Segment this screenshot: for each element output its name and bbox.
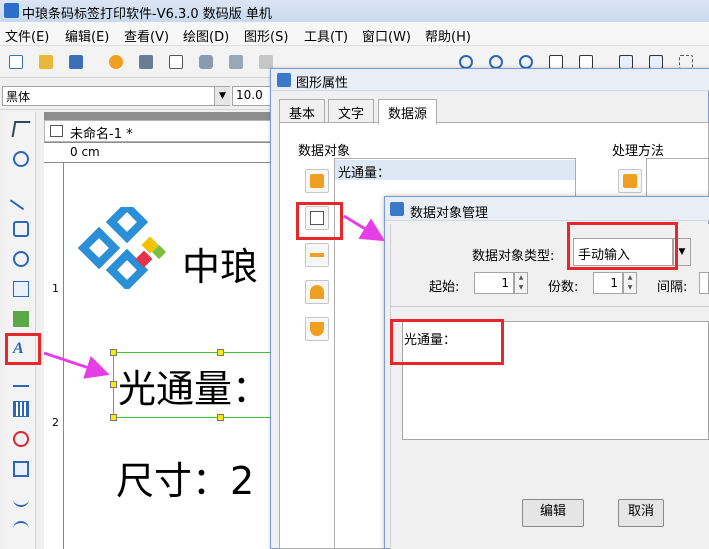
size-text[interactable]: 尺寸：2: [116, 450, 254, 505]
tab-basic[interactable]: 基本: [279, 99, 326, 123]
dialog-icon: [390, 202, 404, 216]
copies-label: 份数:: [548, 280, 579, 295]
triangle-tool-icon[interactable]: [8, 426, 34, 452]
ellipse-tool-icon[interactable]: [8, 246, 34, 272]
app-title: 中琅条码标签打印软件-V6.3.0 数码版 单机: [22, 7, 272, 22]
arc-tool-icon[interactable]: [8, 516, 34, 542]
rect-tool-icon[interactable]: [8, 216, 34, 242]
type-select-highlight: [567, 222, 678, 270]
start-stepper[interactable]: ▲ ▼: [514, 272, 528, 294]
divider: [391, 306, 709, 307]
ruler-unit-label: 0 cm: [70, 145, 100, 159]
data-object-group-label: 数据对象: [298, 140, 351, 159]
dialog-icon: [277, 73, 291, 87]
ruler-tick-label: 1: [52, 282, 59, 295]
resize-handle[interactable]: [217, 349, 224, 356]
save-icon[interactable]: [66, 52, 86, 72]
print-icon[interactable]: [136, 52, 156, 72]
chevron-down-icon[interactable]: ▼: [214, 87, 230, 105]
document-tab-title: 未命名-1 *: [70, 127, 133, 142]
list-item[interactable]: 光通量：: [338, 162, 390, 181]
pointer-tool-icon[interactable]: [8, 116, 34, 142]
edit-button-highlight: [296, 202, 343, 240]
company-name-text[interactable]: 中琅: [182, 236, 258, 291]
menu-file[interactable]: 文件(E): [5, 26, 49, 45]
line-tool-icon[interactable]: [8, 186, 34, 212]
open-icon[interactable]: [36, 52, 56, 72]
database-icon[interactable]: [196, 52, 216, 72]
resize-handle[interactable]: [110, 381, 117, 388]
tool-palette: A: [6, 112, 36, 549]
resize-handle[interactable]: [217, 414, 224, 421]
resize-handle[interactable]: [110, 349, 117, 356]
resize-handle[interactable]: [110, 414, 117, 421]
menu-view[interactable]: 查看(V): [124, 26, 169, 45]
data-object-type-label: 数据对象类型:: [472, 249, 555, 264]
add-process-icon[interactable]: [618, 169, 642, 193]
start-input[interactable]: 1: [474, 272, 514, 294]
font-family-select[interactable]: 黑体: [2, 86, 230, 106]
copies-stepper[interactable]: ▲ ▼: [623, 272, 637, 294]
settings-icon[interactable]: [106, 52, 126, 72]
menu-bar: 文件(E) 编辑(E) 查看(V) 绘图(D) 图形(S) 工具(T) 窗口(W…: [0, 22, 709, 46]
add-icon[interactable]: [305, 169, 329, 193]
company-logo: [78, 207, 167, 289]
curve-tool-icon[interactable]: [8, 486, 34, 512]
interval-label: 间隔:: [657, 280, 688, 295]
rich-text-tool-icon[interactable]: [8, 366, 34, 392]
image-tool-icon[interactable]: [8, 276, 34, 302]
picture-tool-icon[interactable]: [8, 306, 34, 332]
menu-shape[interactable]: 图形(S): [244, 26, 288, 45]
edit-button[interactable]: 编辑: [522, 499, 584, 527]
content-highlight: [390, 319, 504, 365]
tab-datasource[interactable]: 数据源: [378, 99, 438, 125]
menu-help[interactable]: 帮助(H): [425, 26, 471, 45]
cube-icon[interactable]: [226, 52, 246, 72]
app-icon: [4, 3, 19, 18]
menu-edit[interactable]: 编辑(E): [65, 26, 109, 45]
qrcode-tool-icon[interactable]: [8, 456, 34, 482]
dialog-title: 图形属性: [296, 76, 349, 91]
rotate-tool-icon[interactable]: [8, 146, 34, 172]
optical-flux-text[interactable]: 光通量：: [118, 358, 270, 413]
new-icon[interactable]: [6, 52, 26, 72]
copies-input[interactable]: 1: [593, 272, 623, 294]
text-tool-highlight: [5, 333, 41, 365]
dialog-title: 数据对象管理: [410, 206, 489, 221]
move-down-icon[interactable]: [305, 317, 329, 341]
start-label: 起始:: [429, 280, 460, 295]
remove-icon[interactable]: [305, 243, 329, 267]
interval-input[interactable]: [699, 272, 709, 294]
cancel-button[interactable]: 取消: [618, 499, 664, 527]
font-size-select[interactable]: 10.0: [232, 86, 274, 106]
menu-tools[interactable]: 工具(T): [304, 26, 348, 45]
vertical-ruler: [44, 163, 64, 549]
menu-window[interactable]: 窗口(W): [362, 26, 411, 45]
menu-draw[interactable]: 绘图(D): [183, 26, 229, 45]
document-icon: [50, 125, 63, 137]
ruler-tick-label: 2: [52, 416, 59, 429]
barcode-tool-icon[interactable]: [8, 396, 34, 422]
process-method-group-label: 处理方法: [612, 140, 665, 159]
move-up-icon[interactable]: [305, 280, 329, 304]
print-preview-icon[interactable]: [166, 52, 186, 72]
tab-text[interactable]: 文字: [328, 99, 375, 123]
